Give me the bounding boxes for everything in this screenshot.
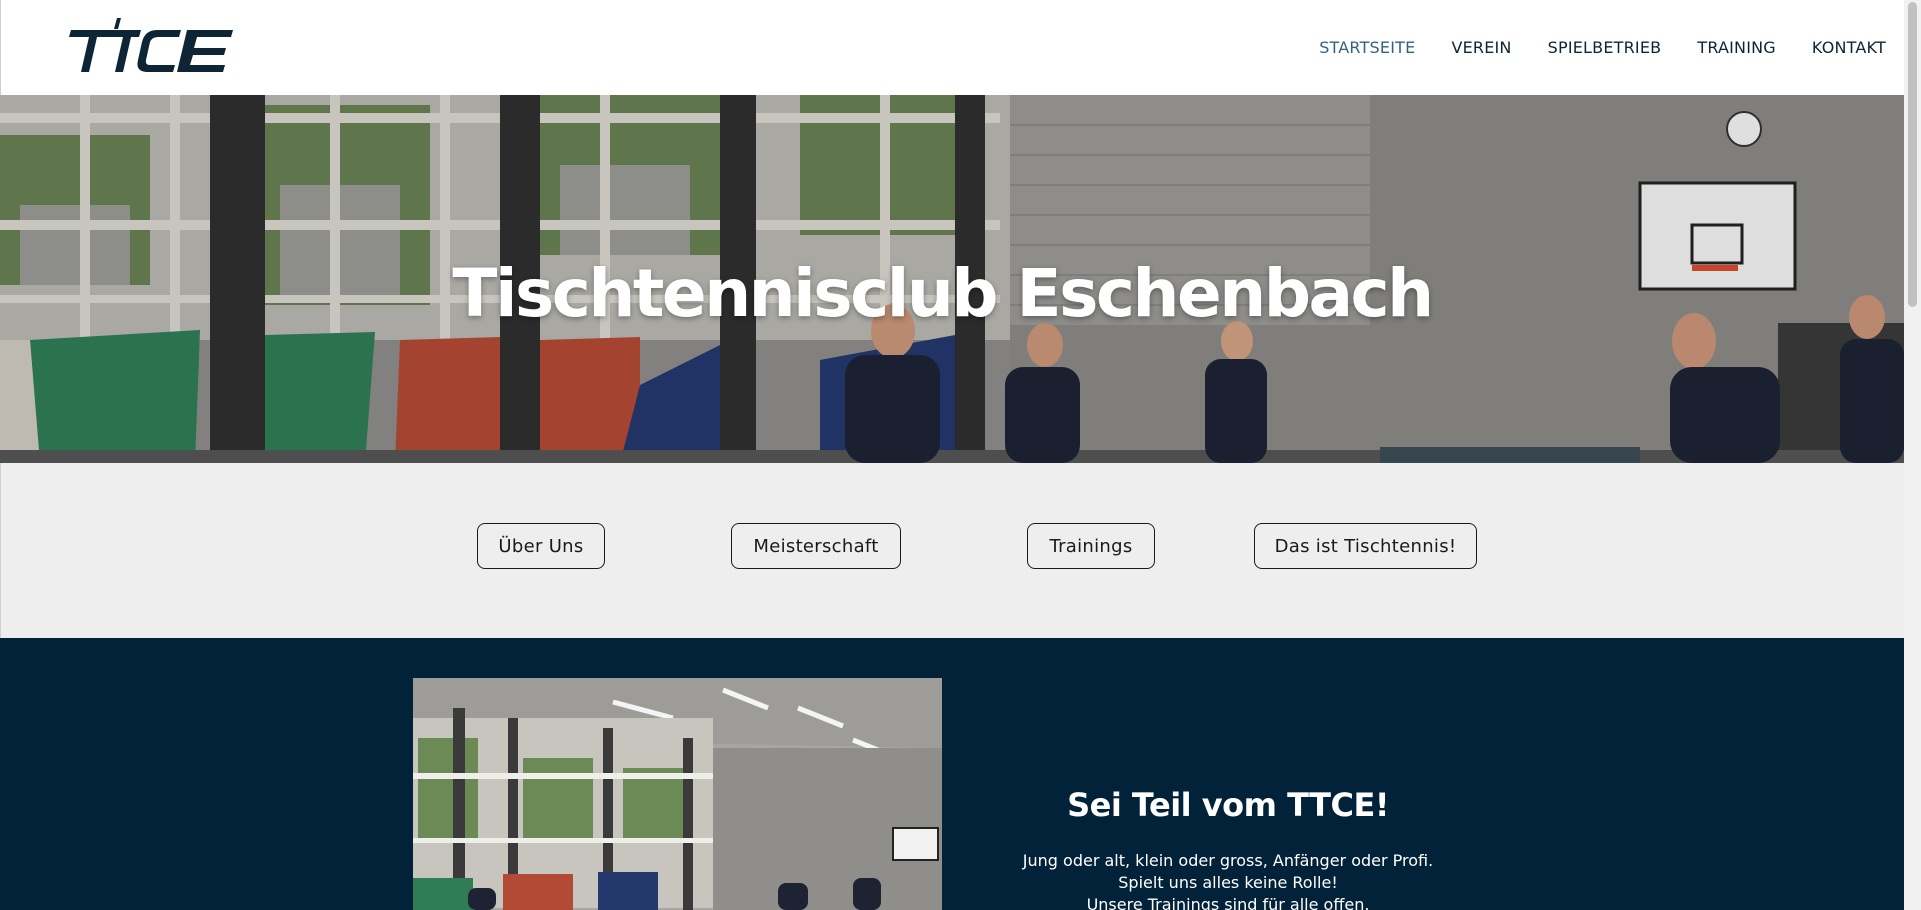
meisterschaft-button[interactable]: Meisterschaft — [731, 523, 901, 569]
join-description: Jung oder alt, klein oder gross, Anfänge… — [983, 850, 1473, 910]
main-nav: STARTSEITE VEREIN SPIELBETRIEB TRAINING … — [1283, 0, 1886, 95]
nav-verein[interactable]: VEREIN — [1451, 38, 1511, 57]
nav-startseite[interactable]: STARTSEITE — [1319, 38, 1415, 57]
join-line: Spielt uns alles keine Rolle! — [1118, 873, 1338, 892]
site-header: STARTSEITE VEREIN SPIELBETRIEB TRAINING … — [0, 0, 1904, 95]
ttce-logo-image — [69, 18, 233, 72]
training-hall-photo — [413, 678, 942, 910]
trainings-button[interactable]: Trainings — [1027, 523, 1155, 569]
scrollbar-thumb[interactable] — [1908, 2, 1917, 307]
quicklinks-band: Über Uns Meisterschaft Trainings Das ist… — [0, 463, 1904, 638]
join-line: Jung oder alt, klein oder gross, Anfänge… — [1022, 851, 1434, 870]
page-scrollbar[interactable] — [1904, 0, 1921, 910]
ttce-logo[interactable] — [69, 16, 274, 76]
ueber-uns-button[interactable]: Über Uns — [477, 523, 605, 569]
nav-spielbetrieb[interactable]: SPIELBETRIEB — [1548, 38, 1662, 57]
nav-training[interactable]: TRAINING — [1697, 38, 1776, 57]
nav-kontakt[interactable]: KONTAKT — [1812, 38, 1886, 57]
das-ist-tischtennis-button[interactable]: Das ist Tischtennis! — [1254, 523, 1477, 569]
join-title: Sei Teil vom TTCE! — [1067, 786, 1389, 824]
hero-title: Tischtennisclub Eschenbach — [452, 255, 1434, 332]
join-line: Unsere Trainings sind für alle offen. — [1086, 895, 1370, 910]
hero-banner: Tischtennisclub Eschenbach — [0, 95, 1904, 463]
join-section: Sei Teil vom TTCE! Jung oder alt, klein … — [0, 638, 1904, 910]
